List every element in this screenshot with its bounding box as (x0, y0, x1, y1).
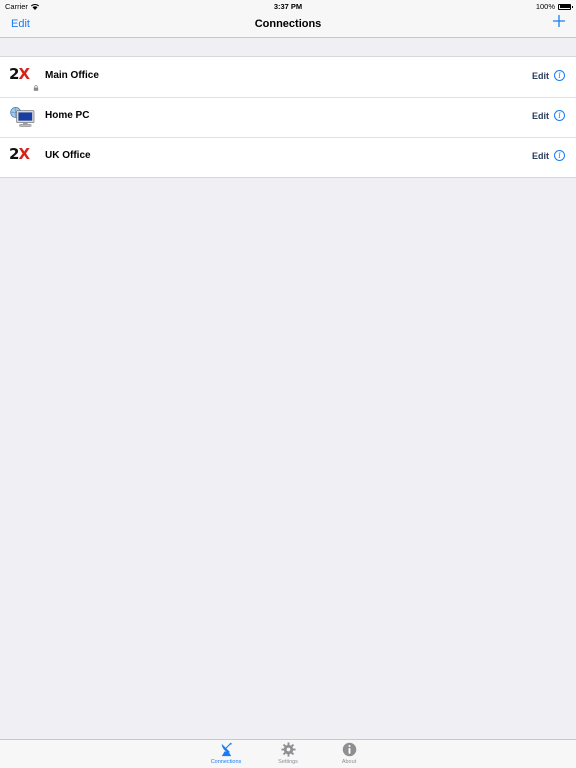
status-bar: Carrier 3:37 PM 100% (0, 0, 576, 12)
2x-logo-icon: 2X (9, 65, 39, 91)
2x-logo: 2X (9, 65, 30, 83)
edit-connection-button[interactable]: Edit (532, 111, 549, 121)
connection-row-main-office[interactable]: 2X Main Office Edit i (0, 57, 576, 97)
2x-logo-icon: 2X (9, 146, 37, 168)
info-icon[interactable]: i (554, 70, 565, 81)
tab-label: Settings (278, 759, 298, 765)
edit-connection-button[interactable]: Edit (532, 71, 549, 81)
info-icon[interactable]: i (554, 150, 565, 161)
connection-row-uk-office[interactable]: 2X UK Office Edit i (0, 137, 576, 177)
gear-icon (280, 742, 296, 757)
2x-logo: 2X (9, 145, 30, 163)
edit-connection-button[interactable]: Edit (532, 151, 549, 161)
tab-connections[interactable]: Connections (201, 742, 251, 765)
battery-icon (558, 3, 573, 10)
info-icon[interactable]: i (554, 110, 565, 121)
connection-name: UK Office (45, 150, 91, 161)
tab-bar: Connections Settings About (0, 739, 576, 768)
tab-about[interactable]: About (324, 742, 374, 765)
connection-name: Main Office (45, 70, 99, 81)
page-title: Connections (254, 18, 322, 30)
navigation-bar: Edit Connections (0, 12, 576, 38)
status-right: 100% (535, 2, 573, 11)
tab-settings[interactable]: Settings (263, 742, 313, 765)
satellite-dish-icon (221, 742, 232, 757)
computer-icon (10, 107, 35, 127)
info-icon (342, 742, 356, 757)
lock-icon (33, 85, 39, 91)
plus-icon[interactable] (552, 14, 566, 28)
connection-name: Home PC (45, 110, 90, 121)
battery-level (559, 5, 570, 8)
tab-label: Connections (210, 759, 242, 765)
tab-label: About (341, 759, 357, 765)
status-time: 3:37 PM (273, 2, 303, 11)
battery-percent: 100% (535, 2, 555, 11)
connection-row-home-pc[interactable]: Home PC Edit i (0, 97, 576, 137)
connections-list: 2X Main Office Edit i Home PC Edit i 2X … (0, 56, 576, 178)
